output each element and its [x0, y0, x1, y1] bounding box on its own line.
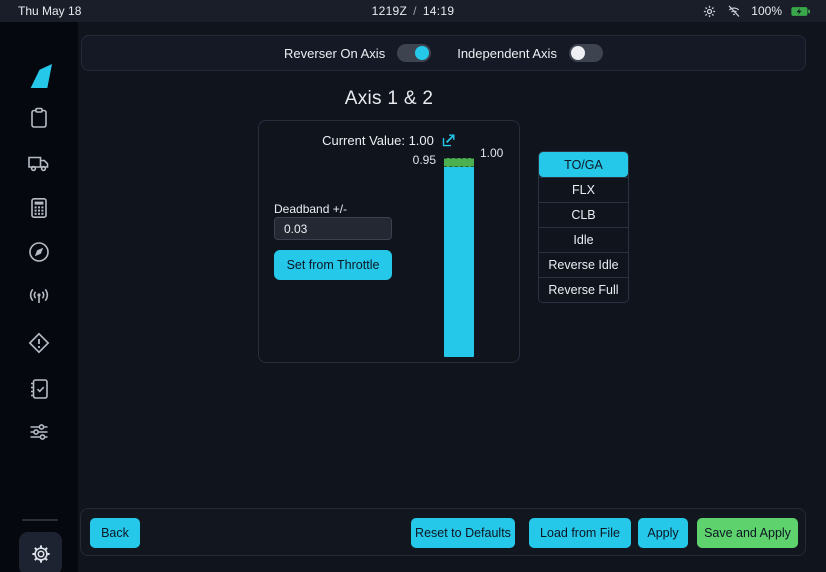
time-separator: /: [407, 4, 423, 18]
sidebar-settings-button[interactable]: [19, 532, 62, 572]
page-title: Axis 1 & 2: [258, 88, 520, 110]
reset-to-defaults-button[interactable]: Reset to Defaults: [411, 518, 515, 548]
deadband-input[interactable]: [274, 217, 392, 240]
axis-calibration-panel: Current Value: 1.00 0.95 1.00 Deadband +…: [258, 120, 520, 363]
detent-idle[interactable]: Idle: [539, 227, 628, 252]
detent-list: TO/GA FLX CLB Idle Reverse Idle Reverse …: [538, 151, 629, 303]
independent-axis-toggle[interactable]: [569, 44, 603, 62]
deadband-label: Deadband +/-: [274, 202, 347, 216]
bar-high-label: 1.00: [480, 146, 503, 160]
reverser-on-axis-group: Reverser On Axis: [284, 44, 431, 62]
compass-icon[interactable]: [27, 240, 51, 264]
current-value-label: Current Value: 1.00: [322, 133, 434, 148]
calculator-icon[interactable]: [27, 196, 51, 220]
footer-action-bar: Back Reset to Defaults Load from File Ap…: [80, 508, 806, 556]
battery-charging-icon: [791, 5, 810, 18]
detent-toga[interactable]: TO/GA: [539, 152, 628, 177]
detent-reverse-idle[interactable]: Reverse Idle: [539, 252, 628, 277]
checklist-icon[interactable]: [27, 377, 51, 401]
reverser-on-axis-toggle[interactable]: [397, 44, 431, 62]
independent-axis-label: Independent Axis: [457, 46, 557, 61]
gear-icon: [30, 543, 52, 565]
independent-axis-group: Independent Axis: [457, 44, 603, 62]
status-bar: Thu May 18 1219Z/14:19 100%: [0, 0, 826, 22]
toggle-knob: [571, 46, 585, 60]
deadband-zone: [444, 158, 474, 167]
sidebar-nav: [0, 22, 78, 572]
apply-button[interactable]: Apply: [638, 518, 688, 548]
edit-value-icon[interactable]: [441, 133, 456, 148]
set-from-throttle-button[interactable]: Set from Throttle: [274, 250, 392, 280]
broadcast-icon[interactable]: [27, 284, 51, 308]
sidebar-divider: [22, 519, 58, 521]
utc-time: 1219Z: [372, 4, 408, 18]
reverser-on-axis-label: Reverser On Axis: [284, 46, 385, 61]
bar-low-label: 0.95: [372, 153, 436, 167]
airline-logo-icon[interactable]: [26, 64, 52, 88]
clipboard-icon[interactable]: [27, 106, 51, 130]
settings-gear-icon[interactable]: [702, 4, 717, 19]
toggle-knob: [415, 46, 429, 60]
battery-percent: 100%: [751, 4, 782, 18]
save-and-apply-button[interactable]: Save and Apply: [697, 518, 798, 548]
back-button[interactable]: Back: [90, 518, 140, 548]
detent-reverse-full[interactable]: Reverse Full: [539, 277, 628, 302]
local-time: 14:19: [423, 4, 455, 18]
load-from-file-button[interactable]: Load from File: [529, 518, 631, 548]
detent-clb[interactable]: CLB: [539, 202, 628, 227]
sliders-icon[interactable]: [27, 420, 51, 444]
detent-flx[interactable]: FLX: [539, 177, 628, 202]
app-screen: Thu May 18 1219Z/14:19 100%: [0, 0, 826, 572]
wifi-off-icon: [726, 4, 742, 19]
axis-options-panel: Reverser On Axis Independent Axis: [81, 35, 806, 71]
axis-value-bar: [444, 158, 474, 357]
truck-icon[interactable]: [27, 151, 51, 175]
warning-diamond-icon[interactable]: [27, 331, 51, 355]
